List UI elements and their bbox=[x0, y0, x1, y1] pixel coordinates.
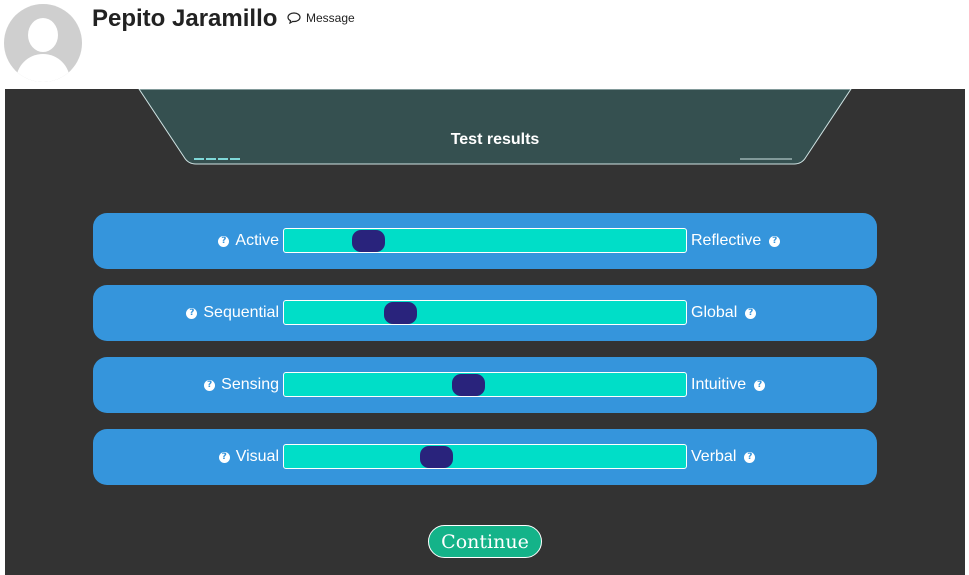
question-circle-icon[interactable]: ? bbox=[754, 379, 766, 391]
message-link[interactable]: Message bbox=[287, 11, 355, 25]
profile-header: Pepito Jaramillo Message bbox=[0, 0, 969, 88]
question-circle-icon[interactable]: ? bbox=[186, 307, 198, 319]
left-pole-label: Visual bbox=[235, 448, 279, 465]
score-slider-thumb[interactable] bbox=[351, 230, 385, 252]
left-pole-label: Sensing bbox=[221, 376, 279, 393]
right-pole-label: Intuitive bbox=[691, 376, 747, 393]
right-pole-label: Verbal bbox=[691, 448, 737, 465]
left-pole-label: Active bbox=[235, 232, 279, 249]
dimension-row-sequential-global: ? Sequential Global ? bbox=[93, 285, 877, 341]
score-slider-track[interactable] bbox=[283, 372, 687, 397]
results-tab: Test results bbox=[138, 89, 852, 165]
question-circle-icon[interactable]: ? bbox=[218, 235, 230, 247]
question-circle-icon[interactable]: ? bbox=[744, 451, 756, 463]
score-slider-track[interactable] bbox=[283, 300, 687, 325]
username: Pepito Jaramillo bbox=[92, 5, 278, 32]
question-circle-icon[interactable]: ? bbox=[218, 451, 230, 463]
message-label: Message bbox=[306, 11, 355, 25]
question-circle-icon[interactable]: ? bbox=[769, 235, 781, 247]
continue-button[interactable]: Continue bbox=[428, 525, 542, 558]
results-title: Test results bbox=[450, 131, 540, 148]
question-circle-icon[interactable]: ? bbox=[745, 307, 757, 319]
right-pole-label: Global bbox=[691, 304, 738, 321]
left-pole-label: Sequential bbox=[203, 304, 279, 321]
test-results-panel: Test results ? Active Reflective ? ? Seq… bbox=[5, 89, 965, 575]
question-circle-icon[interactable]: ? bbox=[204, 379, 216, 391]
score-slider-thumb[interactable] bbox=[384, 302, 418, 324]
results-tab-shape bbox=[138, 89, 852, 165]
right-pole-label: Reflective bbox=[691, 232, 762, 249]
score-slider-thumb[interactable] bbox=[452, 374, 486, 396]
user-placeholder-icon bbox=[4, 4, 82, 82]
speech-bubble-icon bbox=[287, 12, 301, 24]
score-slider-track[interactable] bbox=[283, 444, 687, 469]
dimension-row-active-reflective: ? Active Reflective ? bbox=[93, 213, 877, 269]
score-slider-track[interactable] bbox=[283, 228, 687, 253]
dimension-row-sensing-intuitive: ? Sensing Intuitive ? bbox=[93, 357, 877, 413]
dimension-row-visual-verbal: ? Visual Verbal ? bbox=[93, 429, 877, 485]
score-slider-thumb[interactable] bbox=[420, 446, 454, 468]
